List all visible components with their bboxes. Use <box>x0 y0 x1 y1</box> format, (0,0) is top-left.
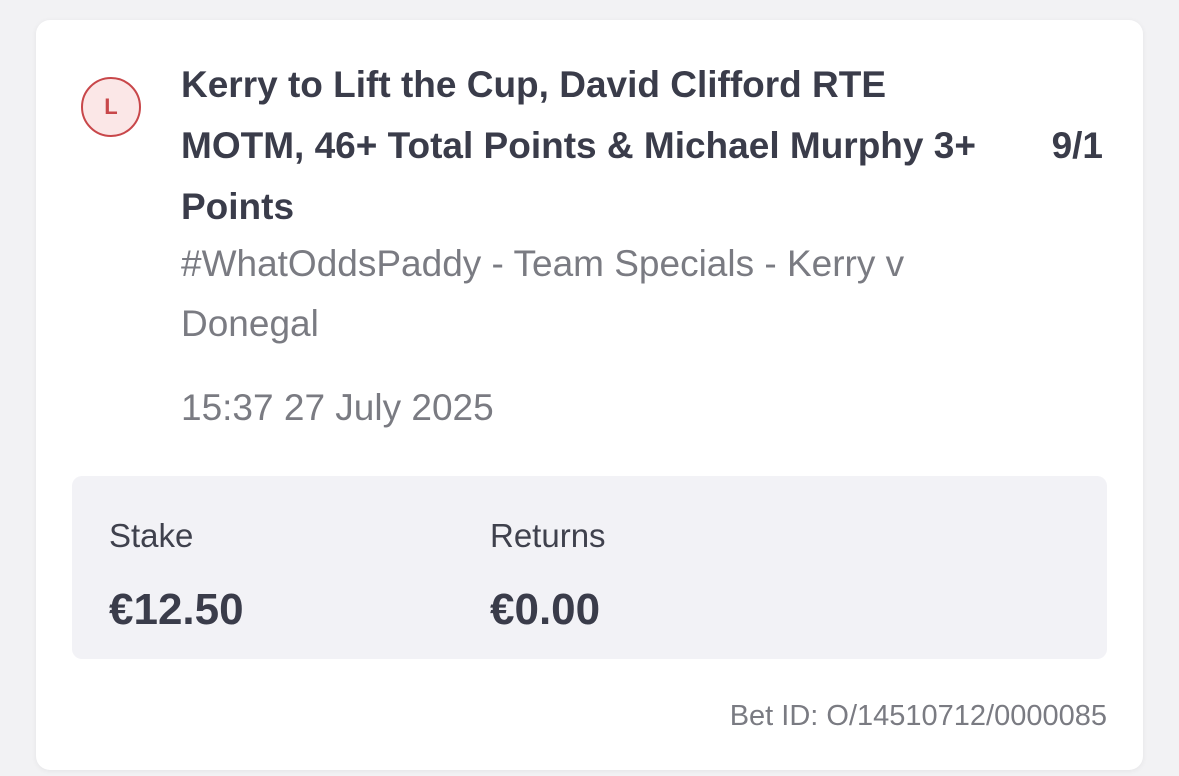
odds-value: 9/1 <box>1051 125 1103 166</box>
stake-value: €12.50 <box>109 585 244 634</box>
lost-status-badge: L <box>81 77 141 137</box>
market-name: #WhatOddsPaddy - Team Specials - Kerry v… <box>181 243 905 344</box>
bet-summary-panel: Stake €12.50 Returns €0.00 <box>72 476 1107 659</box>
status-letter: L <box>104 94 118 119</box>
returns-label: Returns <box>490 517 606 554</box>
bet-id: Bet ID: O/14510712/0000085 <box>729 700 1107 732</box>
bet-timestamp: 15:37 27 July 2025 <box>181 387 494 428</box>
selection-title: Kerry to Lift the Cup, David Clifford RT… <box>181 64 976 227</box>
stake-label: Stake <box>109 517 194 554</box>
returns-value: €0.00 <box>490 585 601 634</box>
bet-card: L Kerry to Lift the Cup, David Clifford … <box>36 20 1143 770</box>
